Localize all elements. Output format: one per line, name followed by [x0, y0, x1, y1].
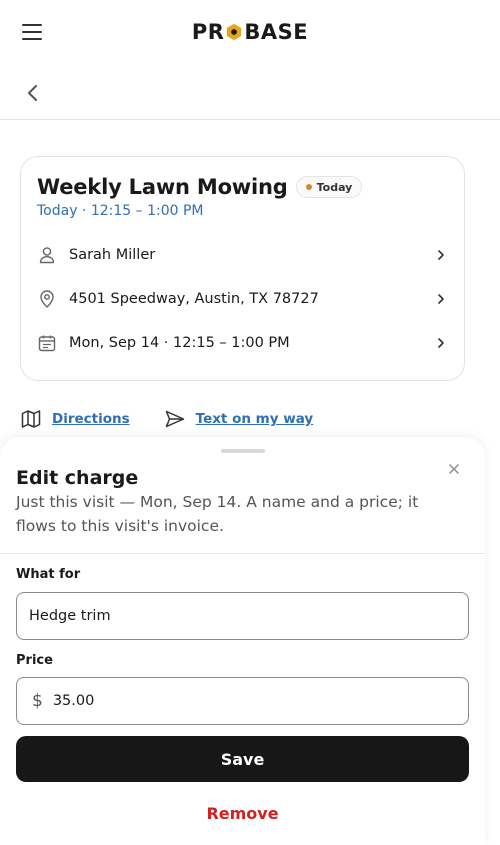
sheet-title: Edit charge: [16, 467, 139, 489]
price-label: Price: [16, 653, 53, 668]
probase-logo: PR BASE: [192, 20, 308, 44]
edit-charge-sheet: Edit charge Just this visit — Mon, Sep 1…: [0, 437, 485, 845]
what-for-input[interactable]: Hedge trim: [16, 592, 469, 640]
address-row[interactable]: 4501 Speedway, Austin, TX 78727: [37, 284, 448, 314]
chevron-right-icon: [438, 250, 444, 260]
logo-mark-icon: [227, 23, 242, 41]
address-text: 4501 Speedway, Austin, TX 78727: [69, 291, 319, 307]
currency-symbol: $: [32, 691, 43, 711]
customer-row[interactable]: Sarah Miller: [37, 240, 448, 270]
schedule-text: Mon, Sep 14 · 12:15 – 1:00 PM: [69, 335, 290, 351]
save-button[interactable]: Save: [16, 736, 469, 782]
person-icon: [39, 247, 55, 264]
directions-link[interactable]: Directions: [20, 408, 130, 430]
map-icon: [21, 410, 41, 428]
back-bar: [0, 64, 500, 120]
price-value: 35.00: [52, 693, 95, 709]
sheet-drag-handle[interactable]: [221, 449, 265, 453]
divider: [0, 553, 485, 554]
logo-text-left: PR: [191, 20, 225, 44]
what-for-label: What for: [16, 567, 81, 582]
top-bar: PR BASE: [0, 0, 500, 64]
job-card: Weekly Lawn Mowing Today Today · 12:15 –…: [20, 156, 465, 381]
text-on-my-way-label: Text on my way: [195, 411, 314, 427]
remove-button[interactable]: Remove: [0, 804, 485, 823]
chevron-right-icon: [438, 294, 444, 304]
map-pin-icon: [40, 290, 54, 308]
logo-text-right: BASE: [244, 20, 309, 44]
job-actions: Directions Text on my way: [20, 408, 313, 430]
sheet-description: Just this visit — Mon, Sep 14. A name an…: [16, 493, 419, 535]
directions-label: Directions: [52, 411, 130, 427]
close-icon[interactable]: [447, 462, 461, 476]
calendar-icon: [38, 335, 56, 352]
badge-dot-icon: [305, 184, 312, 190]
chevron-right-icon: [438, 338, 444, 348]
schedule-row[interactable]: Mon, Sep 14 · 12:15 – 1:00 PM: [37, 328, 448, 358]
send-icon: [165, 410, 184, 428]
price-input[interactable]: $ 35.00: [16, 677, 469, 725]
menu-icon[interactable]: [22, 22, 42, 42]
what-for-value: Hedge trim: [29, 608, 111, 624]
chevron-left-icon[interactable]: [22, 82, 44, 104]
job-title: Weekly Lawn Mowing: [37, 175, 288, 199]
today-badge: Today: [295, 176, 363, 198]
text-on-my-way-link[interactable]: Text on my way: [164, 408, 314, 430]
customer-name: Sarah Miller: [69, 247, 156, 263]
job-time-subtitle: Today · 12:15 – 1:00 PM: [37, 203, 204, 219]
badge-label: Today: [316, 180, 353, 194]
